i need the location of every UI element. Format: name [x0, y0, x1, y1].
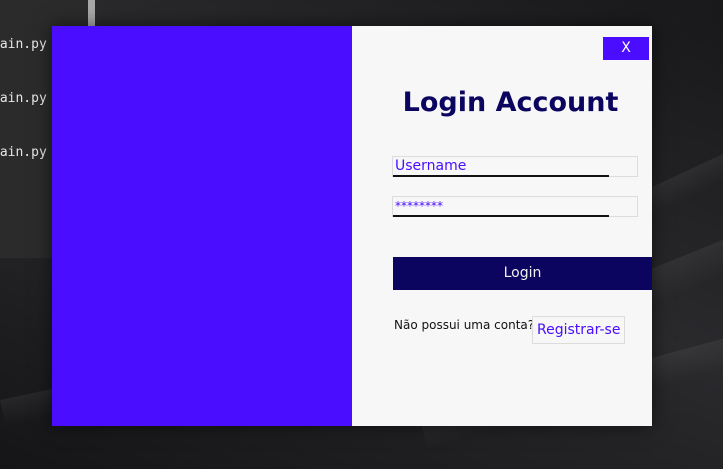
terminal-line: main.py — [0, 145, 47, 160]
terminal-line: main.py — [0, 37, 47, 52]
username-input[interactable] — [393, 157, 609, 177]
username-field-frame — [392, 156, 638, 177]
terminal-line: main.py — [0, 91, 47, 106]
password-input[interactable] — [393, 197, 609, 217]
close-button[interactable]: X — [603, 37, 649, 60]
login-button[interactable]: Login — [393, 257, 652, 290]
register-button[interactable]: Registrar-se — [532, 316, 626, 344]
login-side-panel — [52, 26, 352, 426]
login-form-panel: X Login Account Login Não possui uma con… — [352, 26, 652, 426]
password-field-frame — [392, 196, 638, 217]
terminal-output: main.py main.py main.py — [0, 0, 47, 198]
no-account-label: Não possui uma conta? — [394, 318, 535, 332]
login-window: X Login Account Login Não possui uma con… — [52, 26, 652, 426]
page-title: Login Account — [402, 87, 619, 118]
